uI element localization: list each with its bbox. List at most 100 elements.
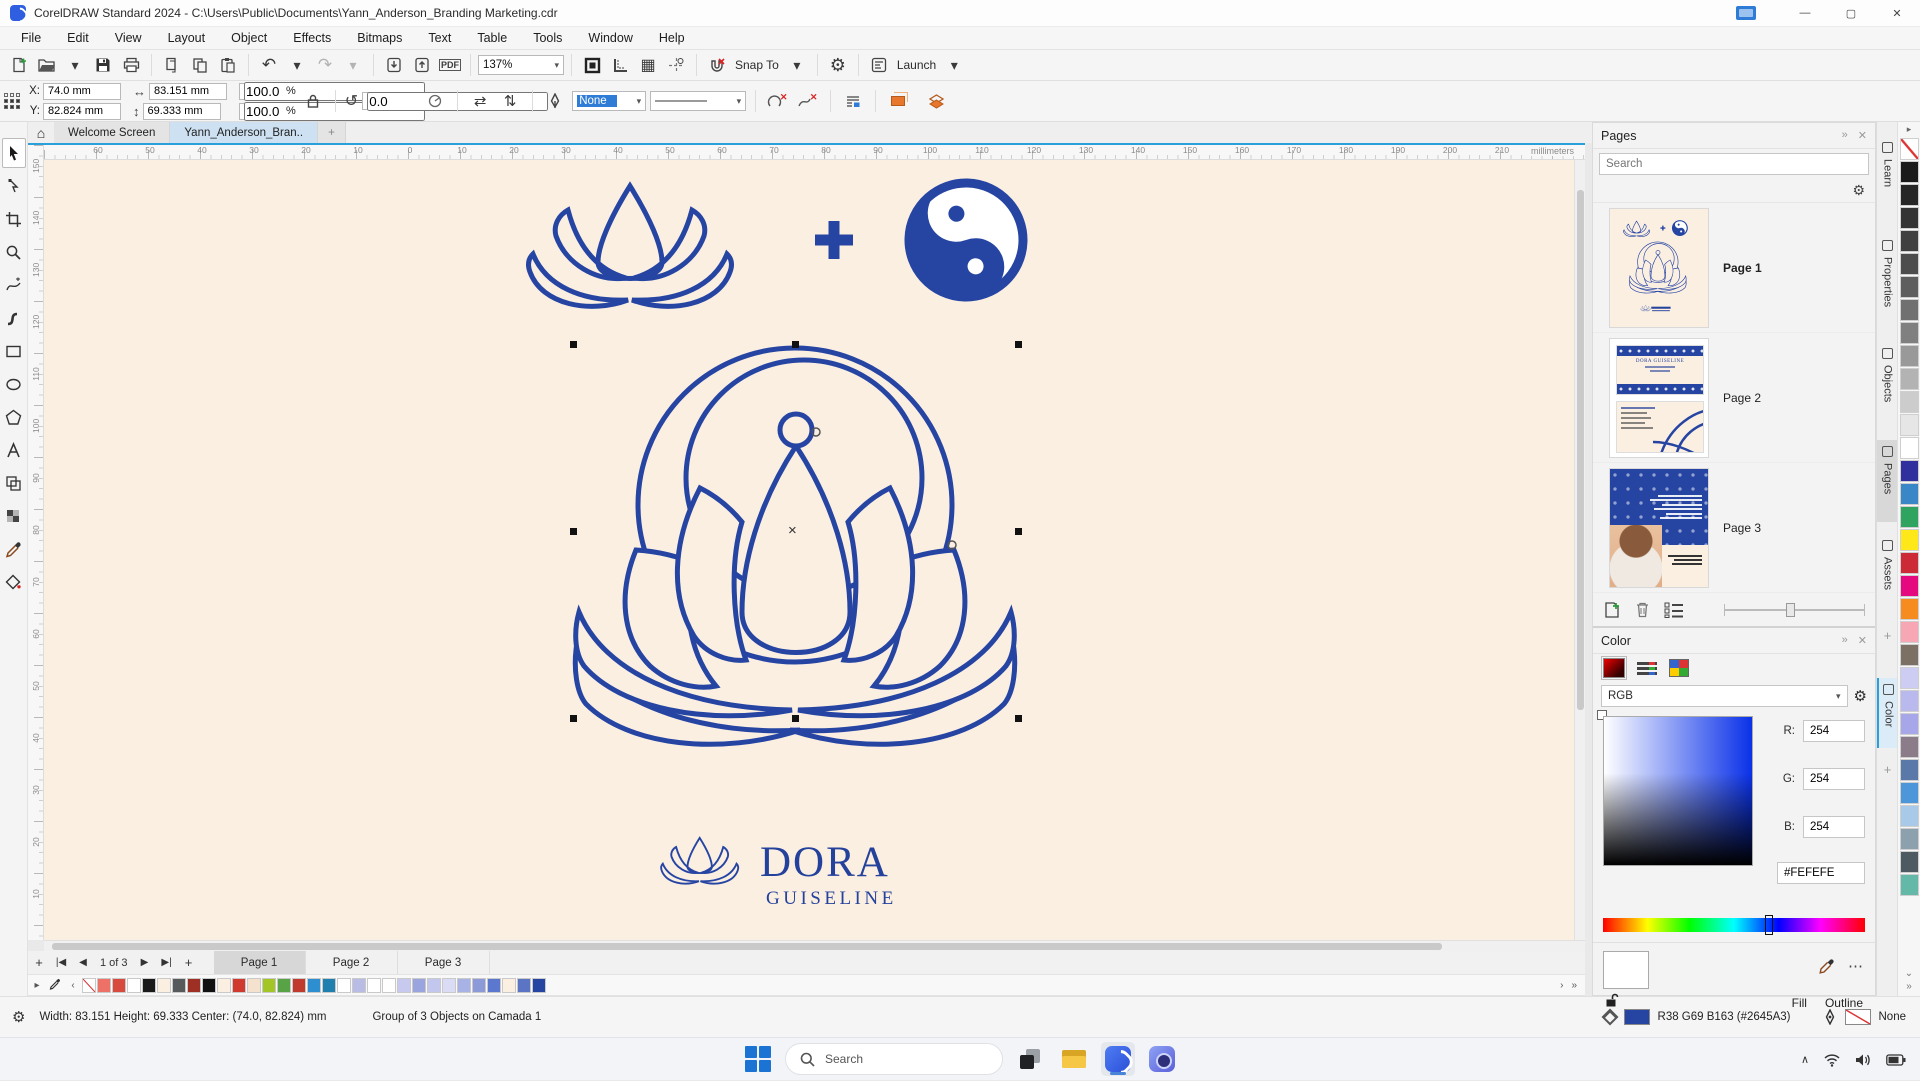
side-palette-swatch[interactable] [1900,529,1919,551]
vertical-scrollbar[interactable] [1574,160,1585,940]
r-field[interactable] [1803,720,1865,742]
side-palette-swatch[interactable] [1900,391,1919,413]
maximize-button[interactable]: ▢ [1828,0,1874,27]
palette-swatch[interactable] [517,978,531,993]
selection-handle-sw[interactable] [570,715,577,722]
palette-swatch[interactable] [187,978,201,993]
cut-button[interactable] [159,52,185,78]
pages-collapse-icon[interactable]: » [1842,129,1848,142]
delete-page-icon[interactable] [1635,601,1650,618]
side-palette-swatch[interactable] [1900,368,1919,390]
taskbar-search[interactable]: Search [785,1043,1003,1075]
text-tool[interactable] [2,435,26,465]
tray-chevron-icon[interactable]: ∧ [1801,1053,1809,1066]
start-button[interactable] [741,1042,775,1076]
page-tab-1[interactable]: Page 1 [214,951,306,974]
palette-swatch[interactable] [127,978,141,993]
import-button[interactable] [381,52,407,78]
palette-swatch[interactable] [142,978,156,993]
page-2-label[interactable]: Page 2 [1723,391,1761,405]
current-color-swatch[interactable] [1603,951,1649,989]
side-palette-swatch[interactable] [1900,138,1919,160]
palette-swatch[interactable] [97,978,111,993]
palette-swatch[interactable] [412,978,426,993]
slider-thumb[interactable] [1786,603,1795,617]
show-guidelines-button[interactable] [663,52,689,78]
crop-tool[interactable] [2,204,26,234]
page-list-item-1[interactable]: Page 1 [1593,203,1875,333]
undo-button[interactable]: ↶ [256,52,282,78]
color-lock-icon[interactable] [1605,993,1619,1010]
redo-button[interactable]: ↷ [312,52,338,78]
palette-swatch[interactable] [157,978,171,993]
zoom-tool[interactable] [2,237,26,267]
fullscreen-preview-button[interactable] [579,52,605,78]
horizontal-scrollbar[interactable]: ⊕ [44,940,1585,951]
color-model-select[interactable]: RGB ▾ [1601,685,1848,707]
docker-tab-objects[interactable]: Objects [1877,342,1898,428]
scale-h-field[interactable] [239,83,283,100]
side-palette-swatch[interactable] [1900,690,1919,712]
docker-tab-pages[interactable]: Pages [1877,440,1898,522]
file-explorer-button[interactable] [1057,1042,1091,1076]
object-width-field[interactable] [149,83,227,100]
pages-search-box[interactable] [1599,153,1869,175]
side-palette-swatch[interactable] [1900,598,1919,620]
object-origin-selector[interactable] [4,93,20,109]
palette-swatch[interactable] [382,978,396,993]
palette-swatch[interactable] [292,978,306,993]
docker-add-button[interactable]: + [1877,628,1898,643]
open-caret[interactable]: ▾ [62,52,88,78]
side-palette-swatch[interactable] [1900,506,1919,528]
palette-swatch[interactable] [82,978,96,993]
page-1-thumbnail[interactable] [1609,208,1709,328]
freehand-tool[interactable] [2,270,26,300]
selection-handle-se[interactable] [1015,715,1022,722]
palette-swatch[interactable] [442,978,456,993]
palette-swatch[interactable] [112,978,126,993]
menu-view[interactable]: View [102,28,155,48]
palette-swatch[interactable] [277,978,291,993]
undo-caret[interactable]: ▾ [284,52,310,78]
page-2-thumbnail[interactable]: DORA GUISELINE [1609,338,1709,458]
y-position-field[interactable] [43,103,121,120]
launch-label[interactable]: Launch [897,58,936,72]
line-style-combo[interactable]: ▾ [650,91,746,111]
mirror-vertical-button[interactable]: ⇅ [497,88,523,114]
pages-options-gear-icon[interactable]: ⚙ [1852,182,1865,199]
palette-swatch[interactable] [427,978,441,993]
palette-swatch[interactable] [217,978,231,993]
side-palette-swatch[interactable] [1900,299,1919,321]
side-palette-swatch[interactable] [1900,644,1919,666]
vertical-scrollbar-thumb[interactable] [1577,190,1584,710]
scale-v-field[interactable] [239,103,283,120]
close-curve-button[interactable]: ✕ [765,88,791,114]
page-3-thumbnail[interactable] [1609,468,1709,588]
selection-handle-nw[interactable] [570,341,577,348]
palette-swatch[interactable] [502,978,516,993]
horizontal-scrollbar-thumb[interactable] [52,943,1442,950]
page-1-label[interactable]: Page 1 [1723,261,1762,275]
minimize-button[interactable]: — [1782,0,1828,27]
logo-subtitle-text[interactable]: GUISELINE [766,888,897,910]
menu-edit[interactable]: Edit [54,28,102,48]
coreldraw-taskbar-button[interactable] [1101,1042,1135,1076]
snap-off-button[interactable] [704,52,730,78]
ellipse-tool[interactable] [2,369,26,399]
status-gear-icon[interactable]: ⚙ [12,1008,25,1026]
logo-title-text[interactable]: DORA [760,838,890,887]
side-palette-swatch[interactable] [1900,828,1919,850]
side-palette-swatch[interactable] [1900,667,1919,689]
side-palette-swatch[interactable] [1900,230,1919,252]
side-palette-flyout-icon[interactable]: ▸ [1907,124,1912,137]
palette-scroll-right[interactable]: › [1560,980,1563,991]
palette-swatch[interactable] [337,978,351,993]
hue-strip[interactable] [1603,918,1865,932]
list-view-icon[interactable] [1664,602,1684,618]
zoom-level-combo[interactable]: 137% ▾ [478,55,564,75]
pages-close-icon[interactable]: ✕ [1858,129,1867,142]
tab-document[interactable]: Yann_Anderson_Bran.. [170,122,318,143]
color-options-gear-icon[interactable]: ⚙ [1854,687,1867,705]
side-palette-swatch[interactable] [1900,184,1919,206]
docker-tab-properties[interactable]: Properties [1877,234,1898,330]
